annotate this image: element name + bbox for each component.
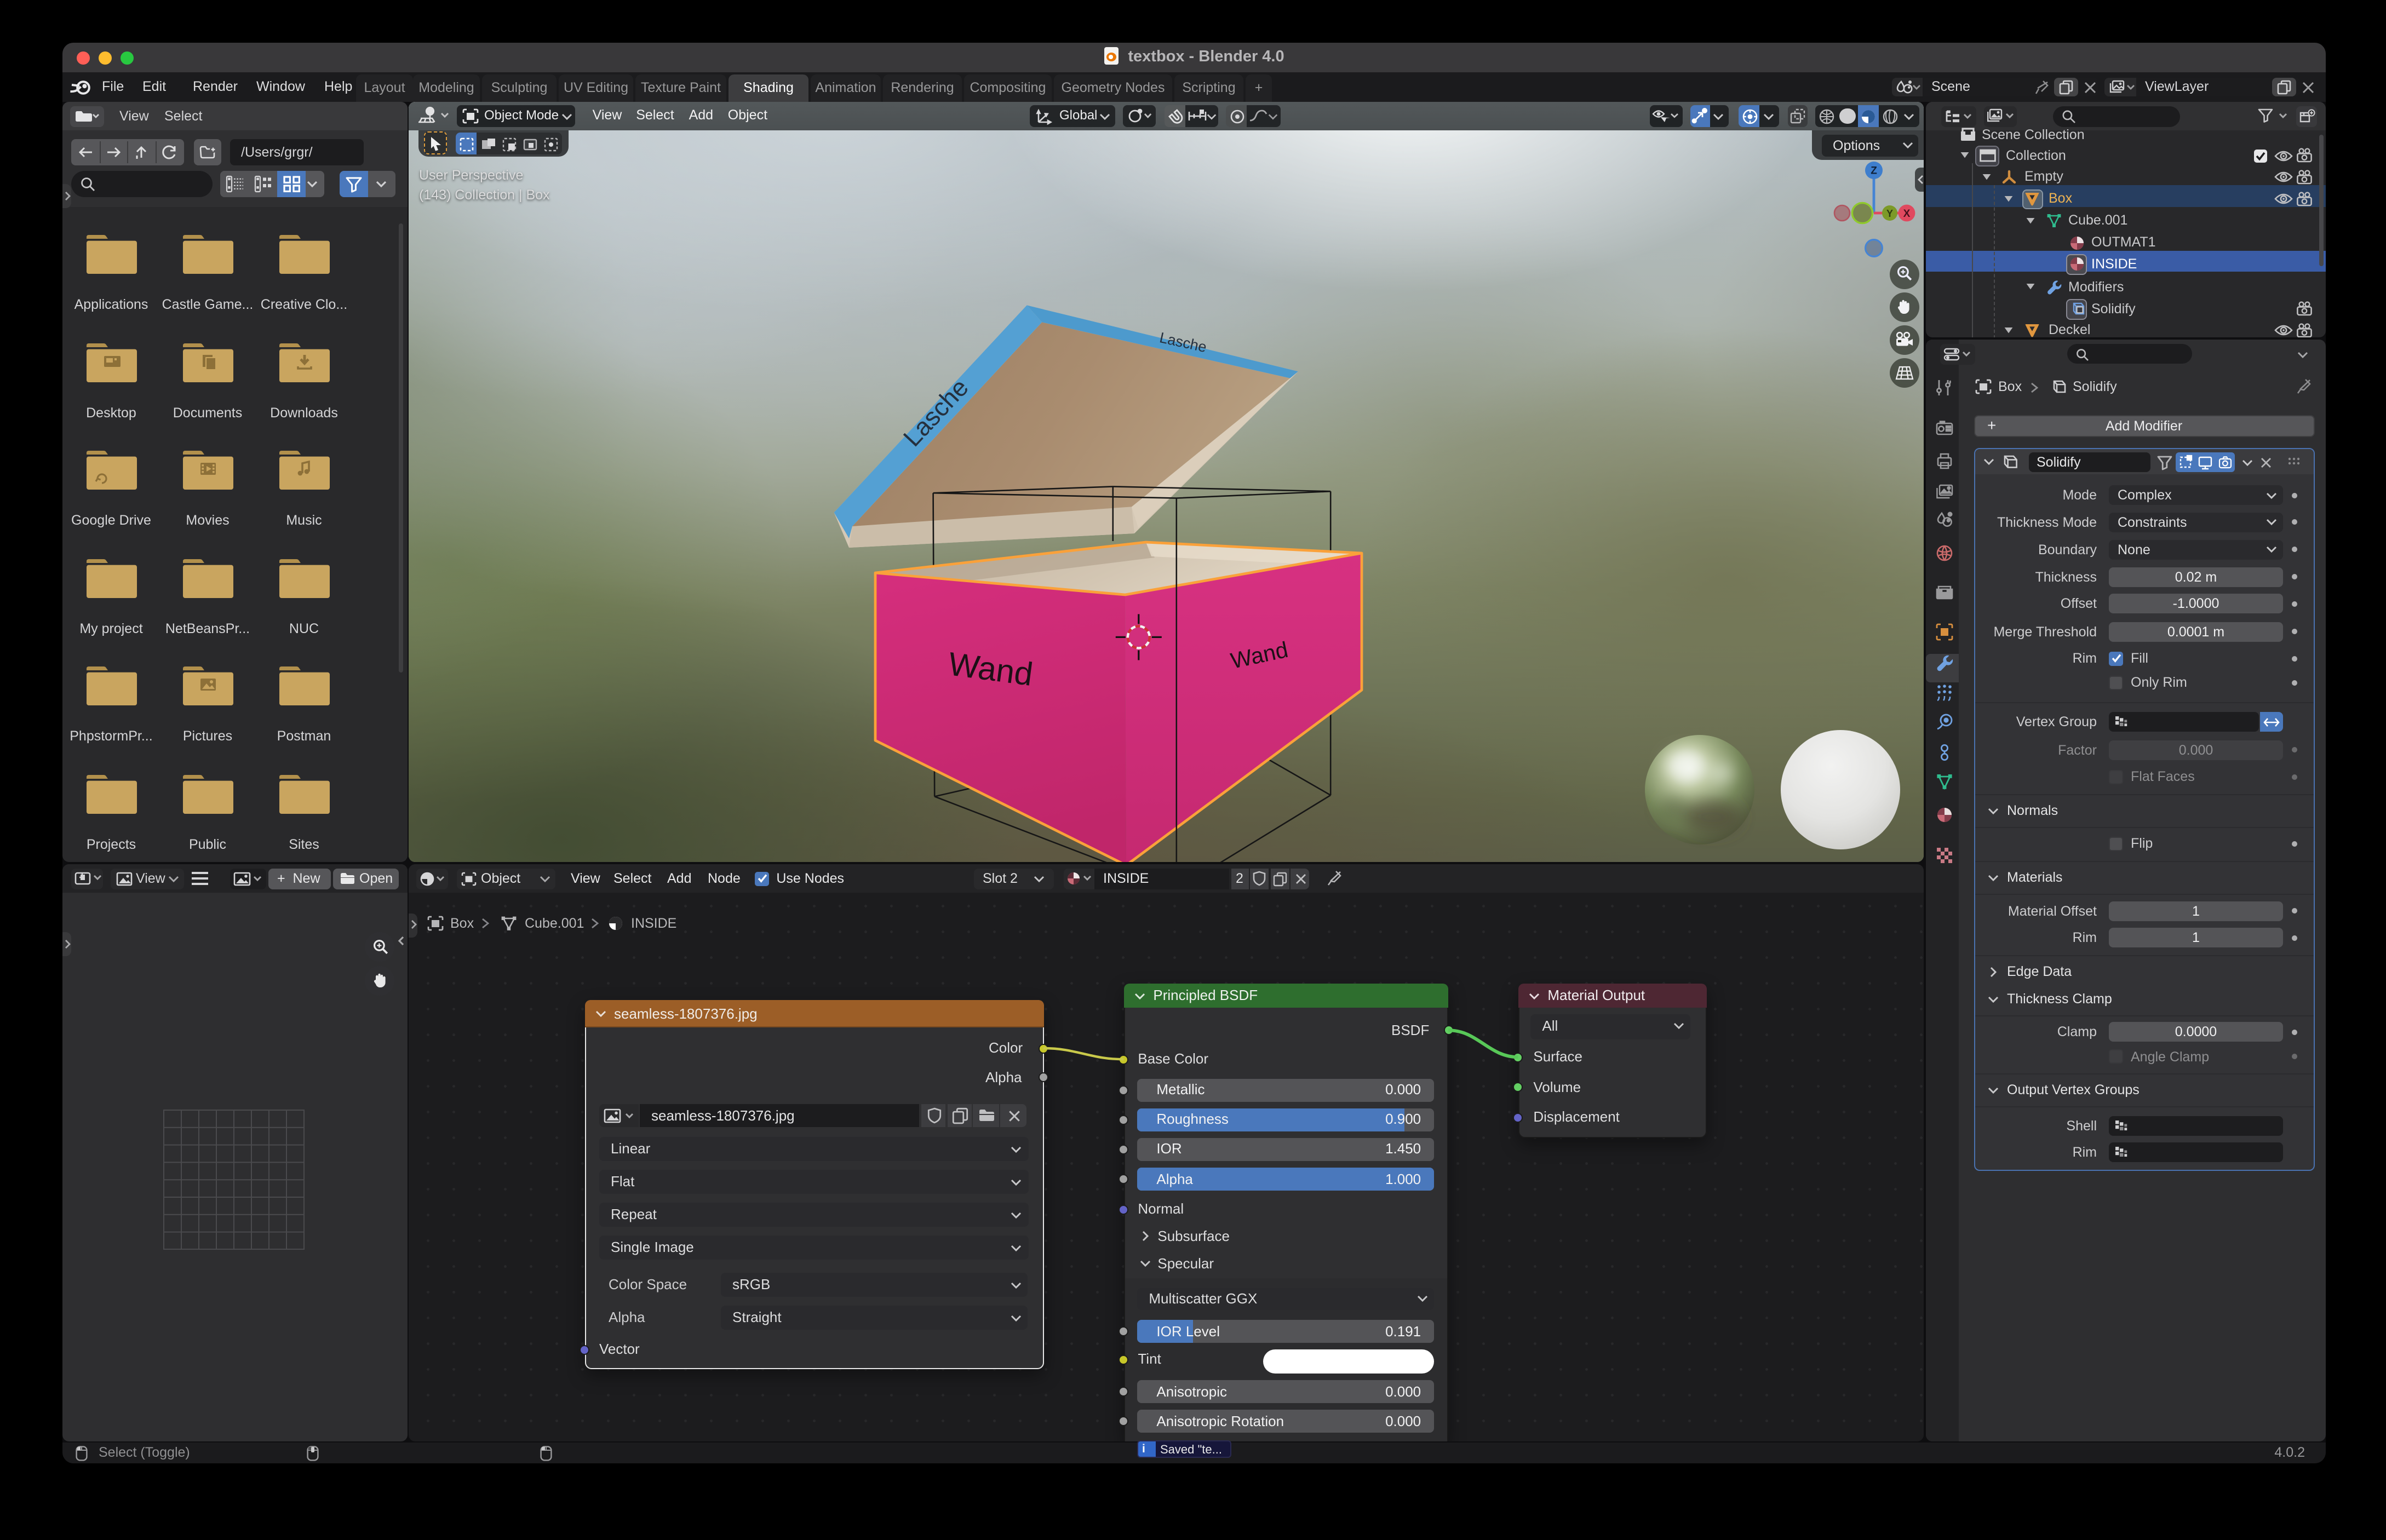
svg-text:X: X: [1903, 208, 1911, 220]
svg-text:Z: Z: [1871, 165, 1877, 176]
svg-text:Y: Y: [1886, 208, 1893, 219]
